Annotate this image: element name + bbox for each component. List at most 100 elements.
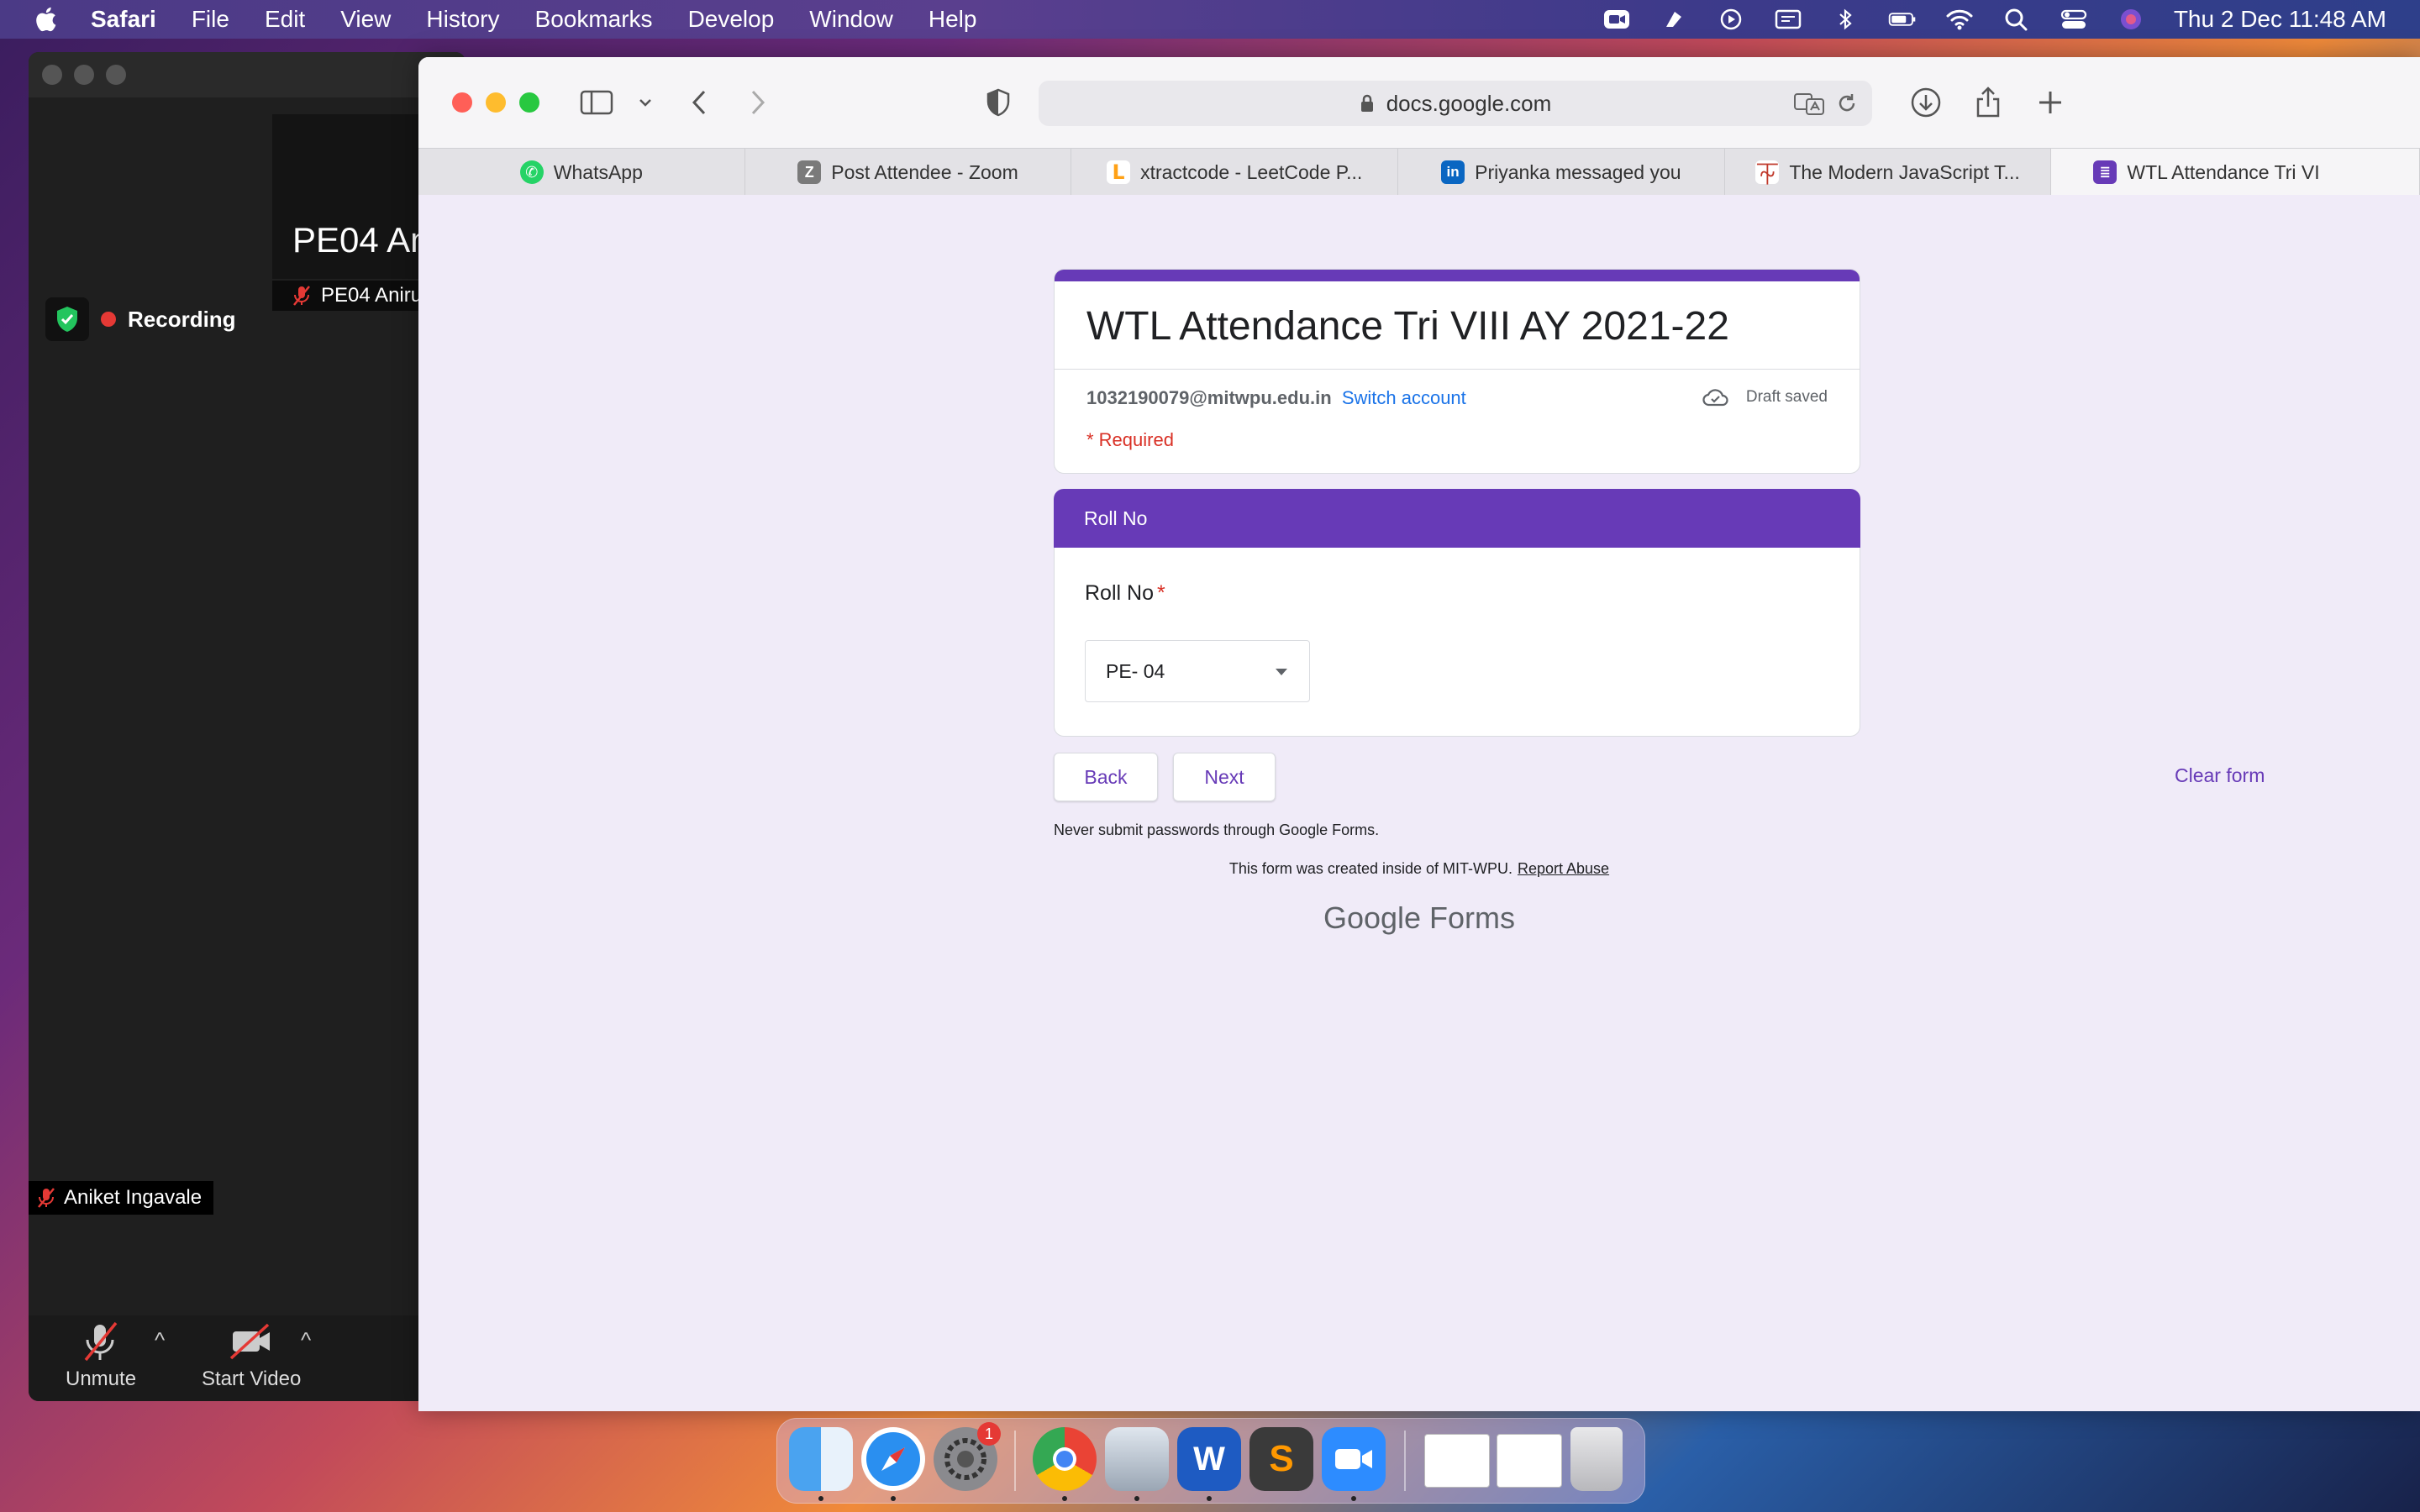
form-title: WTL Attendance Tri VIII AY 2021-22 bbox=[1086, 304, 1729, 349]
menu-bookmarks[interactable]: Bookmarks bbox=[535, 6, 653, 33]
password-notice: Never submit passwords through Google Fo… bbox=[1054, 822, 1380, 838]
app-status-icon[interactable] bbox=[1660, 7, 1688, 32]
tab-zoom[interactable]: Z Post Attendee - Zoom bbox=[745, 149, 1072, 196]
fullscreen-button[interactable] bbox=[519, 92, 539, 113]
document-thumbnail-icon[interactable] bbox=[1497, 1434, 1562, 1488]
dock-separator bbox=[1404, 1431, 1406, 1491]
required-asterisk: * bbox=[1156, 581, 1165, 605]
menu-develop[interactable]: Develop bbox=[688, 6, 775, 33]
unmute-options-chevron-icon[interactable]: ^ bbox=[155, 1327, 165, 1391]
clear-form-button[interactable]: Clear form bbox=[2175, 764, 2265, 787]
preview-icon[interactable] bbox=[1105, 1427, 1169, 1491]
zoom-status-icon[interactable] bbox=[1602, 7, 1631, 32]
forward-arrow-icon[interactable] bbox=[741, 86, 775, 119]
menu-file[interactable]: File bbox=[192, 6, 229, 33]
notification-badge: 1 bbox=[977, 1422, 1001, 1446]
google-forms-icon: ≣ bbox=[2093, 160, 2118, 184]
display-status-icon[interactable] bbox=[1774, 7, 1802, 32]
self-name-tag: Aniket Ingavale bbox=[29, 1181, 214, 1215]
new-tab-icon[interactable] bbox=[2033, 86, 2067, 119]
sublime-text-icon[interactable]: S bbox=[1249, 1427, 1313, 1491]
roll-no-dropdown[interactable]: PE- 04 bbox=[1085, 640, 1310, 702]
divider bbox=[1055, 369, 1860, 370]
report-abuse-link[interactable]: Report Abuse bbox=[1518, 860, 1609, 877]
apple-icon[interactable] bbox=[34, 6, 57, 33]
tab-google-form[interactable]: ≣ WTL Attendance Tri VI bbox=[2051, 149, 2420, 196]
close-button[interactable] bbox=[452, 92, 472, 113]
play-status-icon[interactable] bbox=[1717, 7, 1745, 32]
document-thumbnail-icon[interactable] bbox=[1424, 1434, 1490, 1488]
dropdown-arrow-icon bbox=[1276, 669, 1287, 675]
chrome-icon[interactable] bbox=[1033, 1427, 1097, 1491]
switch-account-link[interactable]: Switch account bbox=[1342, 387, 1466, 408]
account-info: 1032190079@mitwpu.edu.in Switch account bbox=[1086, 387, 1466, 409]
zoom-close-button[interactable] bbox=[42, 65, 62, 85]
trash-icon[interactable] bbox=[1570, 1427, 1623, 1491]
video-options-chevron-icon[interactable]: ^ bbox=[301, 1327, 311, 1391]
downloads-icon[interactable] bbox=[1909, 86, 1943, 119]
share-icon[interactable] bbox=[1971, 86, 2005, 119]
recording-label: Recording bbox=[128, 306, 236, 332]
start-video-label: Start Video bbox=[202, 1368, 302, 1390]
safari-window: docs.google.com ✆ WhatsApp Z Post Attend… bbox=[418, 57, 2420, 1411]
back-arrow-icon[interactable] bbox=[682, 86, 716, 119]
menu-history[interactable]: History bbox=[426, 6, 499, 33]
zoom-window: PE04 An PE04 Aniru Recording Aniket Inga… bbox=[29, 52, 466, 1401]
tab-linkedin[interactable]: in Priyanka messaged you bbox=[1398, 149, 1725, 196]
google-forms-logo[interactable]: Google Forms bbox=[418, 900, 2420, 936]
menu-edit[interactable]: Edit bbox=[265, 6, 305, 33]
dock: 1 W S bbox=[776, 1418, 1645, 1504]
menu-view[interactable]: View bbox=[340, 6, 391, 33]
minimize-button[interactable] bbox=[486, 92, 506, 113]
word-icon[interactable]: W bbox=[1177, 1427, 1241, 1491]
recording-indicator[interactable]: Recording bbox=[45, 297, 236, 341]
reload-icon[interactable] bbox=[1835, 92, 1859, 115]
search-icon[interactable] bbox=[2002, 7, 2031, 32]
menu-help[interactable]: Help bbox=[929, 6, 977, 33]
draft-status: Draft saved bbox=[1702, 387, 1828, 407]
privacy-shield-icon[interactable] bbox=[981, 86, 1015, 119]
tab-bar: ✆ WhatsApp Z Post Attendee - Zoom ᒪ xtra… bbox=[418, 148, 2420, 197]
wifi-icon[interactable] bbox=[1945, 7, 1974, 32]
question-label: Roll No * bbox=[1085, 581, 1165, 606]
js-tutorial-icon: ⏇ bbox=[1755, 160, 1780, 186]
zoom-controls: Unmute ^ Start Video ^ bbox=[29, 1315, 466, 1401]
unmute-button[interactable]: Unmute bbox=[66, 1321, 136, 1391]
created-text: This form was created inside of MIT-WPU. bbox=[1228, 860, 1512, 877]
zoom-icon[interactable] bbox=[1322, 1427, 1386, 1491]
tab-label: xtractcode - LeetCode P... bbox=[1140, 160, 1363, 183]
back-button[interactable]: Back bbox=[1054, 753, 1158, 801]
chevron-down-icon[interactable] bbox=[629, 86, 662, 119]
safari-icon[interactable] bbox=[861, 1427, 925, 1491]
zoom-z-icon: Z bbox=[797, 160, 822, 184]
tab-label: WTL Attendance Tri VI bbox=[2127, 160, 2320, 183]
whatsapp-icon: ✆ bbox=[519, 160, 544, 184]
bluetooth-icon[interactable] bbox=[1831, 7, 1860, 32]
recording-dot-icon bbox=[101, 312, 116, 327]
start-video-button[interactable]: Start Video bbox=[202, 1321, 301, 1391]
address-bar[interactable]: docs.google.com bbox=[1039, 81, 1872, 126]
form-origin-note: This form was created inside of MIT-WPU.… bbox=[418, 860, 2420, 878]
required-note: * Required bbox=[1086, 429, 1174, 450]
shield-icon[interactable] bbox=[45, 297, 89, 341]
logo-forms: Forms bbox=[1429, 900, 1516, 935]
cloud-done-icon bbox=[1702, 389, 1728, 407]
tab-whatsapp[interactable]: ✆ WhatsApp bbox=[418, 149, 745, 196]
finder-icon[interactable] bbox=[789, 1427, 853, 1491]
battery-icon[interactable] bbox=[1888, 7, 1917, 32]
control-center-icon[interactable] bbox=[2060, 7, 2088, 32]
menu-window[interactable]: Window bbox=[809, 6, 893, 33]
sidebar-icon[interactable] bbox=[580, 86, 613, 119]
translate-icon[interactable] bbox=[1793, 91, 1825, 116]
menu-app-name[interactable]: Safari bbox=[91, 6, 156, 33]
zoom-minimize-button[interactable] bbox=[74, 65, 94, 85]
next-button[interactable]: Next bbox=[1173, 753, 1276, 801]
zoom-zoom-button[interactable] bbox=[106, 65, 126, 85]
status-area: Thu 2 Dec 11:48 AM bbox=[1602, 0, 2386, 39]
siri-icon[interactable] bbox=[2117, 7, 2145, 32]
tab-label: WhatsApp bbox=[553, 160, 643, 183]
section-header: Roll No bbox=[1054, 489, 1860, 548]
tab-leetcode[interactable]: ᒪ xtractcode - LeetCode P... bbox=[1071, 149, 1399, 196]
menu-clock[interactable]: Thu 2 Dec 11:48 AM bbox=[2174, 6, 2386, 33]
tab-javascript-info[interactable]: ⏇ The Modern JavaScript T... bbox=[1725, 149, 2052, 196]
